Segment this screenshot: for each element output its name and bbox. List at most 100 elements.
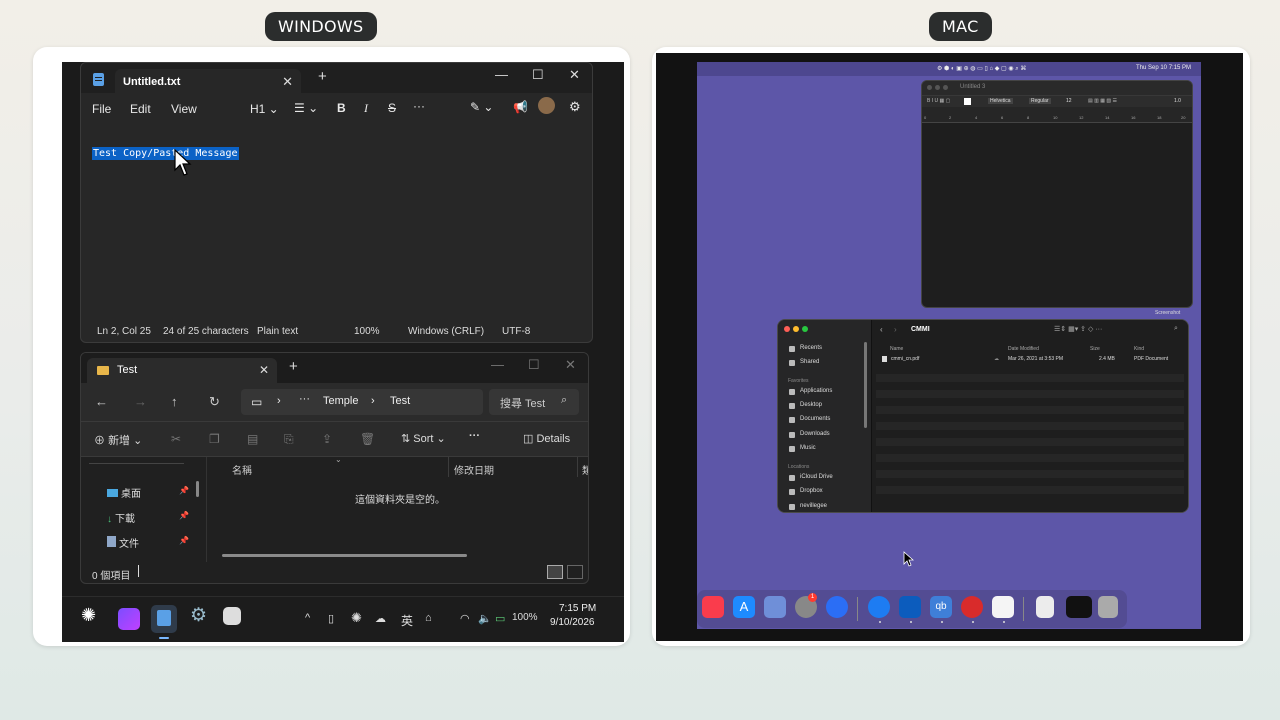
avatar[interactable] [538,97,555,114]
app-grid-icon[interactable] [992,596,1014,618]
app-store-icon[interactable]: A [733,596,755,618]
delete-icon[interactable]: 🗑 [360,432,375,446]
wifi-icon[interactable]: ◠ [460,612,470,625]
explorer-tab[interactable]: Test ✕ [87,358,277,383]
notepad-selected-text[interactable]: Test Copy/Pasted Message [92,147,239,160]
column-size[interactable]: Size [1090,346,1100,352]
finder-window[interactable]: Recents Shared Favorites Applications De… [777,319,1189,513]
file-row[interactable]: cmmi_cn.pdf ☁ Mar 26, 2021 at 3:53 PM 2.… [876,355,1184,364]
maps-pin-icon[interactable] [826,596,848,618]
paste-icon[interactable]: ▤ [247,432,258,446]
textedit-titlebar[interactable]: Untitled 3 [922,81,1192,95]
menu-file[interactable]: File [92,102,111,116]
desktop-file-label[interactable]: Screenshot [1155,310,1180,316]
sidebar-item-documents[interactable]: 文件 [107,535,139,550]
pin-icon[interactable]: 📌 [179,511,189,520]
heading-dropdown[interactable]: H1 ⌄ [250,102,279,116]
trash-icon[interactable] [1098,596,1118,618]
address-bar[interactable]: ▭ › ··· Temple › Test [241,389,483,415]
menu-edit[interactable]: Edit [130,102,151,116]
share-icon[interactable]: ⇪ [322,432,332,446]
font-style-select[interactable]: Regular [1029,98,1051,104]
rename-icon[interactable]: ⎘ [284,432,294,447]
minimize-button[interactable]: — [491,357,504,372]
music-app-icon[interactable] [702,596,724,618]
column-modified[interactable]: 修改日期 [454,462,494,477]
sidebar-item-shared[interactable]: Shared [800,359,819,365]
sidebar-item-music[interactable]: Music [800,445,816,451]
status-zoom[interactable]: 100% [354,326,380,337]
explorer-window[interactable]: Test ✕ + — ☐ ✕ ← → ↑ ↻ ▭ › ··· Temple › [80,352,589,584]
status-line-ending[interactable]: Windows (CRLF) [408,326,484,337]
new-tab-button[interactable]: + [289,358,298,375]
qbittorrent-icon[interactable]: qb [930,596,952,618]
breadcrumb-temple[interactable]: Temple [323,395,358,407]
new-button[interactable]: ⊕ 新增 ⌄ [94,432,142,448]
refresh-icon[interactable]: ↻ [209,394,220,410]
sidebar-item-recents[interactable]: Recents [800,345,822,351]
battery-icon[interactable]: ▭ [495,612,505,625]
onedrive-cloud-icon[interactable]: ☁ [375,612,386,625]
sidebar-scrollbar[interactable] [196,481,199,497]
onenote-icon[interactable] [118,608,140,630]
sidebar-item-downloads[interactable]: ↓ 下載 [107,510,135,525]
chatgpt-icon[interactable]: ✺ [81,605,103,627]
ime-indicator[interactable]: 英 [401,612,413,629]
color-swatch[interactable] [964,98,971,105]
usb-icon[interactable]: ▯ [328,612,334,625]
clock-time[interactable]: 7:15 PM [559,603,596,614]
copilot-icon[interactable]: ✎ ⌄ [470,100,493,114]
back-chevron-icon[interactable]: ‹ [880,325,883,334]
list-icon[interactable]: ☰ ⌄ [294,101,318,115]
close-window-button[interactable]: ✕ [565,357,576,373]
column-name[interactable]: 名稱 [232,462,252,477]
more-icon[interactable]: ··· [469,430,480,442]
sort-button[interactable]: ⇅ Sort ⌄ [401,432,446,445]
close-tab-icon[interactable]: ✕ [282,69,293,95]
breadcrumb-more-icon[interactable]: ··· [299,393,310,405]
more-icon[interactable]: ··· [413,99,425,113]
pin-icon[interactable]: 📌 [179,536,189,545]
explorer-titlebar[interactable]: Test ✕ + — ☐ ✕ [81,353,588,383]
pin-icon[interactable]: 📌 [179,486,189,495]
details-view-icon[interactable] [547,565,563,579]
breadcrumb-test[interactable]: Test [390,395,410,407]
notepad-titlebar[interactable]: Untitled.txt ✕ + — ☐ ✕ [81,63,592,95]
sidebar-scrollbar[interactable] [864,342,867,428]
app-q-icon[interactable] [868,596,890,618]
close-window-button[interactable]: ✕ [569,67,580,83]
clock-date[interactable]: 9/10/2026 [550,617,595,628]
snipping-tool-icon[interactable] [223,607,241,625]
notepad-window[interactable]: Untitled.txt ✕ + — ☐ ✕ File Edit View H1… [80,62,593,343]
italic-icon[interactable]: I [364,101,368,116]
ime-pad-icon[interactable]: ⌂ [425,612,432,624]
sidebar-item-home[interactable]: nevillegee [800,503,827,509]
up-arrow-icon[interactable]: ↑ [171,394,178,409]
line-spacing-select[interactable]: 1.0 [1174,98,1181,104]
sidebar-item-downloads[interactable]: Downloads [800,431,830,437]
show-hidden-icons-chevron[interactable]: ^ [305,612,310,624]
status-encoding[interactable]: UTF-8 [502,326,530,337]
close-tab-icon[interactable]: ✕ [259,358,269,383]
tiles-view-icon[interactable] [567,565,583,579]
finder-toolbar-icons[interactable]: ☰⇕ ▦▾ ⇪ ◇ ··· [1054,325,1102,333]
volume-icon[interactable]: 🔈 [478,612,492,625]
search-icon[interactable]: ⌕ [1174,325,1178,333]
forward-chevron-icon[interactable]: › [894,325,897,334]
font-size-select[interactable]: 12 [1066,98,1072,104]
maximize-button[interactable]: ☐ [528,357,540,373]
maximize-button[interactable]: ☐ [532,67,544,83]
font-family-select[interactable]: Helvetica [988,98,1013,104]
notepad-taskbar-button[interactable] [151,605,177,633]
column-name[interactable]: Name [890,346,903,352]
sidebar-item-dropbox[interactable]: Dropbox [800,488,823,494]
style-buttons[interactable]: B I U ▦ ▢ [927,98,950,104]
cut-icon[interactable]: ✂ [171,432,181,446]
details-button[interactable]: ◫ Details [523,432,570,445]
forward-arrow-icon[interactable]: → [134,394,147,409]
minimize-button[interactable]: — [495,67,508,82]
document-stack-icon[interactable] [1036,596,1054,618]
new-tab-button[interactable]: + [318,68,327,85]
search-input[interactable]: 搜尋 Test ⌕ [489,389,579,415]
chatgpt-tray-icon[interactable]: ✺ [351,610,362,626]
